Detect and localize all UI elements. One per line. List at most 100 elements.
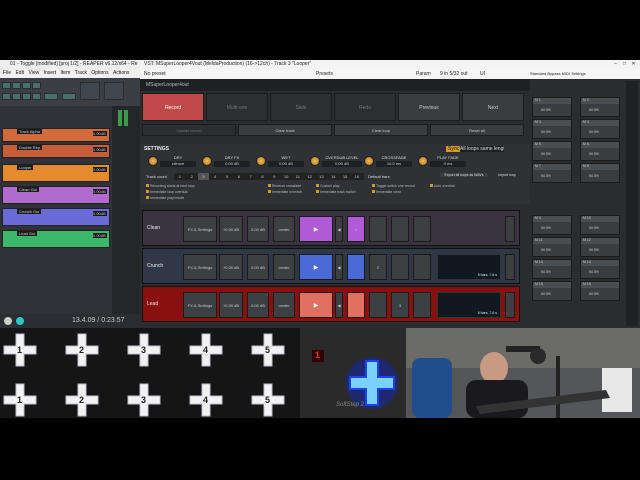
loop-slot-number[interactable]: 2 [369, 254, 387, 280]
loop-volume[interactable]: +0.00 dB [219, 254, 243, 280]
menu-edit[interactable]: Edit [15, 70, 24, 76]
toolbar-button[interactable] [22, 82, 31, 89]
clear-track-button[interactable]: Clear track [238, 124, 332, 136]
menu-insert[interactable]: Insert [44, 70, 57, 76]
macro-slot[interactable]: M 4 50.0% [580, 119, 620, 139]
loop-gain[interactable]: 0.00 dB [247, 292, 269, 318]
option-checkbox[interactable]: Immediate clear [372, 190, 401, 194]
track-count-option[interactable]: 2 [186, 173, 198, 180]
play-icon[interactable] [16, 317, 24, 325]
loop-side-button[interactable] [505, 292, 515, 318]
option-checkbox[interactable]: Immediate overdub [268, 190, 302, 194]
record-button[interactable]: Record [142, 93, 204, 121]
fx-settings-button[interactable]: FX & Settings [183, 216, 217, 242]
track-row[interactable]: Lead Gui 0.00dB [2, 230, 110, 248]
track-count-option[interactable]: 15 [339, 173, 351, 180]
loop-slot[interactable] [369, 216, 387, 242]
toolbar-button[interactable] [104, 82, 124, 100]
macro-slot[interactable]: M 2 50.0% [580, 97, 620, 117]
play-fade-value[interactable]: 0 ms [430, 161, 466, 167]
macro-slot[interactable]: M 8 50.0% [580, 163, 620, 183]
track-row[interactable]: Track Alpha 0.00dB [2, 128, 110, 142]
option-checkbox[interactable]: Toggle switch one record [372, 184, 415, 188]
macro-slot[interactable]: M 15 50.0% [532, 281, 572, 301]
loop-play-pad[interactable]: ▶ [299, 292, 333, 318]
loop-pan[interactable]: center [273, 292, 295, 318]
crossfade-value[interactable]: 10.0 ms [376, 161, 412, 167]
loop-slot[interactable] [413, 254, 431, 280]
loop-gain[interactable]: 0.00 dB [247, 254, 269, 280]
dry-fx-value[interactable]: 0.00 dB [214, 161, 250, 167]
track-count-option[interactable]: 7 [245, 173, 257, 180]
loop-slot[interactable] [413, 292, 431, 318]
loop-slot[interactable] [369, 292, 387, 318]
loop-volume[interactable]: +0.00 dB [219, 216, 243, 242]
track-count-option[interactable]: 5 [221, 173, 233, 180]
toolbar-button[interactable] [62, 93, 76, 100]
io-button[interactable]: 9 in 5/32 out [440, 69, 468, 79]
track-count-option[interactable]: 12 [304, 173, 316, 180]
macro-slot[interactable]: M 3 50.0% [532, 119, 572, 139]
toolbar-button[interactable] [22, 93, 31, 100]
toolbar-button[interactable] [2, 82, 11, 89]
wet-knob[interactable] [256, 156, 266, 166]
dry-value[interactable]: silence [160, 161, 196, 167]
track-count-option[interactable]: 8 [257, 173, 269, 180]
loop-play-pad[interactable]: ▶ [299, 254, 333, 280]
track-volume[interactable]: 0.00dB [93, 131, 107, 136]
menu-item[interactable]: Item [61, 70, 71, 76]
slide-button[interactable]: Slide [270, 93, 332, 121]
overdub-level-value[interactable]: 0.00 dB [322, 161, 362, 167]
loop-side-button[interactable] [505, 216, 515, 242]
import-loop-button[interactable]: Import loop [492, 173, 522, 177]
option-checkbox[interactable]: Custom play [316, 184, 339, 188]
macro-slot[interactable]: M 16 50.0% [580, 281, 620, 301]
export-loops-button[interactable]: Export all loops as WAVs [440, 173, 488, 177]
dry-fx-knob[interactable] [202, 156, 212, 166]
crossfade-knob[interactable] [364, 156, 374, 166]
macro-slot[interactable]: M 1 50.0% [532, 97, 572, 117]
loop-slot-number[interactable]: 3 [391, 292, 409, 318]
option-checkbox[interactable]: Recording starts at next loop [146, 184, 195, 188]
overdub-level-knob[interactable] [310, 156, 320, 166]
multi-button[interactable]: Multi-one [206, 93, 268, 121]
loop-gain[interactable]: 0.00 dB [247, 216, 269, 242]
toolbar-button[interactable] [44, 93, 58, 100]
loop-slot[interactable] [391, 216, 409, 242]
track-count-selector[interactable]: 1 2 3 4 5 6 7 8 9 10 11 12 13 14 15 16 [174, 173, 364, 180]
fx-settings-button[interactable]: FX & Settings [183, 292, 217, 318]
track-count-option[interactable]: 13 [316, 173, 328, 180]
option-checkbox[interactable]: Reverse crossfade [268, 184, 301, 188]
bypass-tab[interactable]: Bypass [547, 71, 560, 76]
loop-slot[interactable] [413, 216, 431, 242]
track-count-option[interactable]: 16 [351, 173, 363, 180]
midi-tab[interactable]: MIDI [562, 71, 570, 76]
sync-select[interactable]: All loops same length [460, 146, 504, 152]
minimize-icon[interactable]: – [611, 60, 620, 69]
toolbar-button[interactable] [2, 93, 11, 100]
track-count-option[interactable]: 4 [209, 173, 221, 180]
preset-select[interactable]: No preset [144, 71, 166, 77]
macro-slot[interactable]: M 6 50.0% [580, 141, 620, 161]
loop-play-pad[interactable]: ▶ [299, 216, 333, 242]
macro-slot[interactable]: M 5 50.0% [532, 141, 572, 161]
track-count-option[interactable]: 6 [233, 173, 245, 180]
menu-track[interactable]: Track [75, 70, 87, 76]
macro-slot[interactable]: M 10 50.0% [580, 215, 620, 235]
track-count-option[interactable]: 14 [327, 173, 339, 180]
loop-volume[interactable]: +0.00 dB [219, 292, 243, 318]
toolbar-button[interactable] [32, 82, 41, 89]
toolbar-button[interactable] [12, 82, 21, 89]
cancel-record-button[interactable]: Cancel record [142, 124, 236, 136]
clear-loop-button[interactable]: Clear loop [334, 124, 428, 136]
track-volume[interactable]: 0.00dB [93, 189, 107, 194]
track-row[interactable]: Crunch Gui 0.00dB [2, 208, 110, 226]
loop-slot[interactable] [391, 254, 409, 280]
loop-slot[interactable] [347, 292, 365, 318]
menu-actions[interactable]: Actions [113, 70, 129, 76]
track-volume[interactable]: 0.00dB [93, 211, 107, 216]
track-volume[interactable]: 0.00dB [93, 233, 107, 238]
record-icon[interactable] [4, 317, 12, 325]
macro-slot[interactable]: M 11 50.0% [532, 237, 572, 257]
loop-pan[interactable]: center [273, 216, 295, 242]
